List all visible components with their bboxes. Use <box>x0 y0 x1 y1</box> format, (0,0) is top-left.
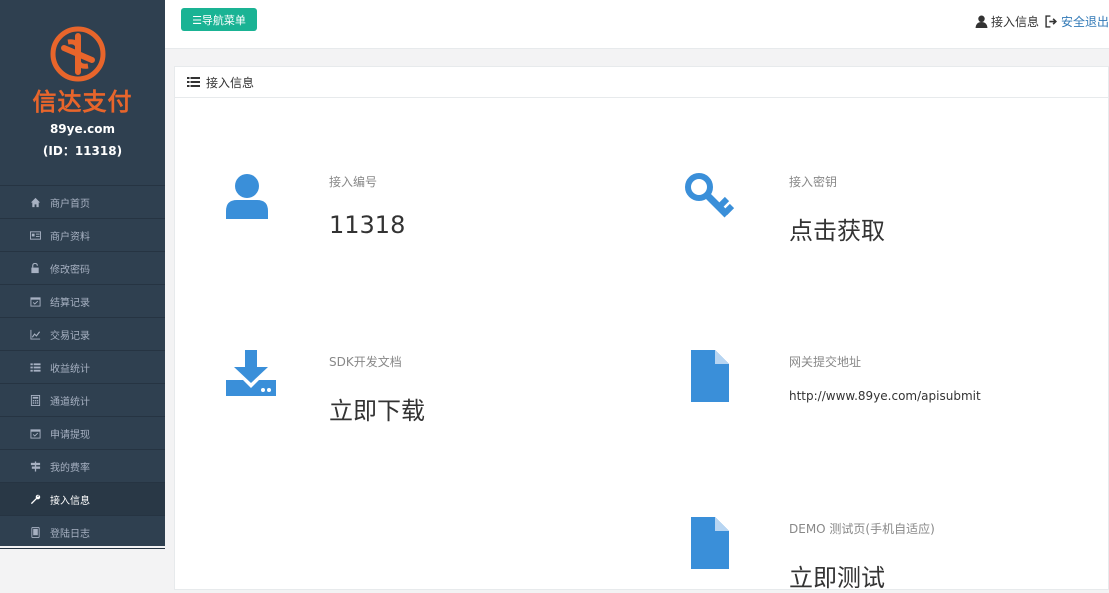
sidebar-item-access-info[interactable]: 接入信息 <box>0 483 165 516</box>
sidebar-item-label: 接入信息 <box>50 495 90 507</box>
sidebar-item-settlement-records[interactable]: 结算记录 <box>0 285 165 318</box>
gateway-url: http://www.89ye.com/apisubmit <box>789 389 981 403</box>
sidebar-item-merchant-profile[interactable]: 商户资料 <box>0 219 165 252</box>
logout-label: 安全退出 <box>1060 15 1109 29</box>
logo-icon <box>50 26 106 82</box>
logo-text: 信达支付 <box>32 88 133 116</box>
sidebar-item-label: 交易记录 <box>50 330 90 342</box>
calendar-check-icon <box>29 427 42 439</box>
download-now-link[interactable]: 立即下载 <box>329 391 425 426</box>
sidebar-item-label: 收益统计 <box>50 363 90 375</box>
nav-menu-button[interactable]: ☰导航菜单 <box>181 8 257 31</box>
list-icon <box>29 361 42 373</box>
file-icon <box>691 350 729 402</box>
merchant-id: (ID：11318) <box>42 144 123 158</box>
gateway-label: 网关提交地址 <box>789 355 862 369</box>
signpost-icon <box>29 460 42 472</box>
file-icon <box>691 517 729 569</box>
sdk-docs-label: SDK开发文档 <box>329 355 402 369</box>
sidebar-item-label: 通道统计 <box>50 396 90 408</box>
merchant-domain: 89ye.com <box>49 122 116 136</box>
logout-link[interactable]: 安全退出 <box>1045 13 1109 30</box>
wrench-icon <box>29 493 42 505</box>
sidebar-item-label: 登陆日志 <box>50 528 90 540</box>
test-now-link[interactable]: 立即测试 <box>789 558 885 593</box>
sidebar-item-withdraw[interactable]: 申请提现 <box>0 417 165 450</box>
get-key-link[interactable]: 点击获取 <box>789 211 885 246</box>
sidebar-item-transaction-records[interactable]: 交易记录 <box>0 318 165 351</box>
list-icon <box>187 77 200 87</box>
home-icon <box>29 196 42 208</box>
sidebar-item-earnings-stats[interactable]: 收益统计 <box>0 351 165 384</box>
tablet-icon <box>29 526 42 538</box>
sidebar-item-label: 申请提现 <box>50 429 90 441</box>
panel-header: 接入信息 <box>175 67 1108 98</box>
sidebar-item-channel-stats[interactable]: 通道统计 <box>0 384 165 417</box>
access-key-label: 接入密钥 <box>789 175 838 189</box>
sidebar-menu: 商户首页 商户资料 修改密码 结算记录 交易记录 收益统计 通道统计 申请提现 <box>0 185 165 549</box>
line-chart-icon <box>29 328 42 340</box>
top-bar: ☰导航菜单 接入信息 安全退出 <box>165 0 1109 49</box>
sidebar-item-login-log[interactable]: 登陆日志 <box>0 516 165 549</box>
demo-label: DEMO 测试页(手机自适应) <box>789 522 935 536</box>
sidebar-item-label: 商户资料 <box>50 231 90 243</box>
download-icon <box>226 350 276 396</box>
unlock-icon <box>29 262 42 274</box>
brand-block: 信达支付 89ye.com (ID：11318) <box>0 0 165 185</box>
calculator-icon <box>29 394 42 406</box>
user-icon <box>975 15 988 28</box>
user-link[interactable]: 接入信息 <box>975 13 1039 30</box>
sidebar-item-label: 结算记录 <box>50 297 90 309</box>
top-right-links: 接入信息 安全退出 <box>975 13 1109 30</box>
user-link-label: 接入信息 <box>990 15 1039 29</box>
calendar-check-icon <box>29 295 42 307</box>
sidebar-item-label: 商户首页 <box>50 198 90 210</box>
sidebar-item-label: 我的费率 <box>50 462 90 474</box>
panel-title: 接入信息 <box>206 75 255 90</box>
key-icon <box>685 173 735 218</box>
sidebar-item-my-rates[interactable]: 我的费率 <box>0 450 165 483</box>
access-id-label: 接入编号 <box>329 175 378 189</box>
sign-out-icon <box>1045 15 1057 28</box>
sidebar-item-change-password[interactable]: 修改密码 <box>0 252 165 285</box>
sidebar: 信达支付 89ye.com (ID：11318) 商户首页 商户资料 修改密码 … <box>0 0 165 549</box>
id-card-icon <box>29 229 42 241</box>
access-id-value: 11318 <box>329 211 406 239</box>
access-info-panel: 接入信息 接入编号 11318 接入密钥 点击获取 SDK开发文档 立即下载 网… <box>174 66 1109 593</box>
sidebar-item-label: 修改密码 <box>50 264 90 276</box>
sidebar-item-merchant-home[interactable]: 商户首页 <box>0 186 165 219</box>
user-icon <box>226 174 268 219</box>
